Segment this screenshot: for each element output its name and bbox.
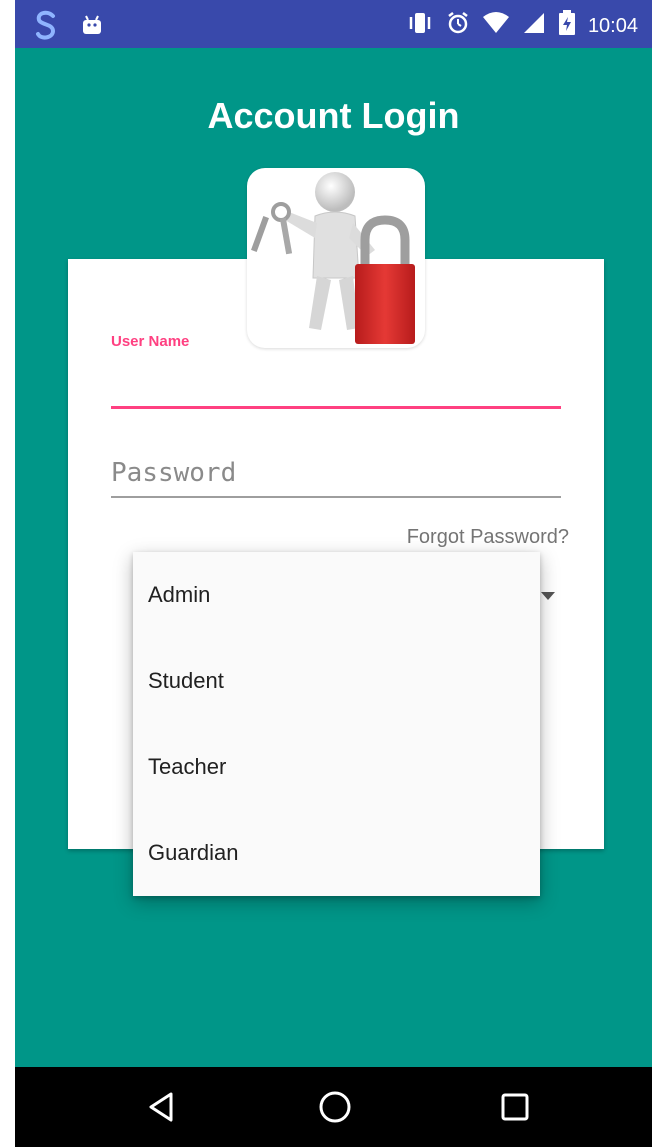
sync-icon bbox=[33, 10, 59, 45]
recents-icon[interactable] bbox=[497, 1089, 533, 1125]
battery-icon bbox=[558, 10, 576, 41]
dropdown-option-guardian[interactable]: Guardian bbox=[133, 810, 540, 896]
wifi-icon bbox=[482, 11, 510, 40]
password-input[interactable] bbox=[111, 450, 561, 498]
status-time: 10:04 bbox=[587, 14, 638, 37]
forgot-password-link[interactable]: Forgot Password? bbox=[407, 526, 569, 549]
username-label: User Name bbox=[111, 333, 190, 350]
dropdown-option-teacher[interactable]: Teacher bbox=[133, 724, 540, 810]
vibrate-icon bbox=[406, 11, 434, 40]
chevron-down-icon[interactable] bbox=[541, 592, 555, 600]
status-bar: 10:04 bbox=[15, 0, 652, 48]
page-title: Account Login bbox=[207, 95, 460, 136]
dropdown-option-student[interactable]: Student bbox=[133, 638, 540, 724]
username-input[interactable] bbox=[111, 356, 561, 409]
back-icon[interactable] bbox=[143, 1089, 179, 1125]
login-illustration-image bbox=[247, 168, 425, 348]
alarm-icon bbox=[446, 11, 470, 40]
home-icon[interactable] bbox=[317, 1089, 353, 1125]
role-dropdown-menu: Admin Student Teacher Guardian bbox=[133, 552, 540, 896]
signal-icon bbox=[522, 11, 546, 40]
app-screen: 10:04 Account Login User Name Forgot Pas… bbox=[15, 0, 652, 1147]
system-navigation-bar bbox=[15, 1067, 652, 1147]
dropdown-option-admin[interactable]: Admin bbox=[133, 552, 540, 638]
android-icon bbox=[81, 14, 103, 41]
